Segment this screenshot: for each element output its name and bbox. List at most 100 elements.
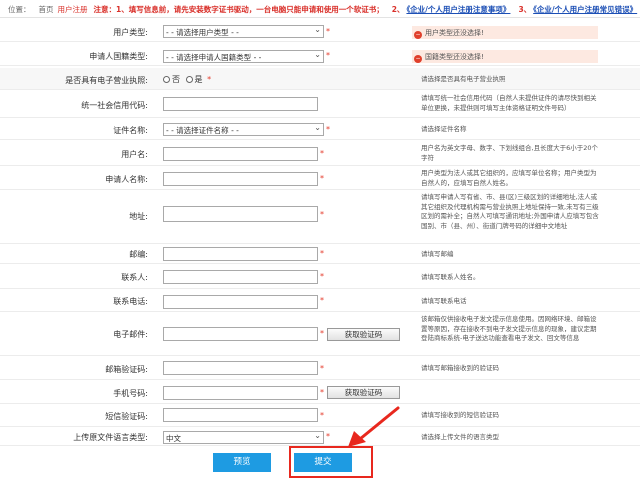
row-username: 用户名: * 用户名为英文字母、数字、下划线组合,且长度大于6小于20个字符 — [0, 142, 640, 166]
red-arrow-icon — [340, 405, 402, 449]
breadcrumb-home[interactable]: 首页 — [39, 5, 54, 14]
postcode-hint: 请填写邮编 — [421, 250, 601, 260]
language-value: 中文 — [166, 434, 181, 443]
preview-button[interactable]: 预览 — [213, 453, 271, 472]
required-star: * — [320, 174, 324, 183]
phone-label: 联系电话: — [113, 296, 148, 307]
nationality-error: −国籍类型还没选择! — [412, 50, 598, 63]
email-get-code-button[interactable]: 获取验证码 — [327, 328, 400, 341]
language-label: 上传原文件语言类型: — [73, 432, 148, 443]
required-star: * — [207, 75, 211, 84]
cert-name-label: 证件名称: — [113, 125, 148, 136]
required-star: * — [320, 210, 324, 219]
cert-name-hint: 请选择证件名称 — [421, 125, 601, 135]
chevron-down-icon: ⌄ — [314, 25, 321, 34]
applicant-name-hint: 用户类型为法人或其它组织的，应填写单位名称；用户类型为自然人的，应填写自然人姓名… — [421, 169, 601, 188]
user-type-error-text: 用户类型还没选择! — [425, 29, 484, 37]
error-circle-icon: − — [414, 55, 422, 63]
mobile-get-code-button[interactable]: 获取验证码 — [327, 386, 400, 399]
required-star: * — [320, 249, 324, 258]
submit-button[interactable]: 提交 — [294, 453, 352, 472]
row-address: 地址: * 请填写申请人写有省、市、县(区)三级区划的详细地址,法人或其它组织及… — [0, 192, 640, 244]
notice-num-3: 3、 — [518, 5, 531, 14]
required-star: * — [326, 125, 330, 134]
username-hint: 用户名为英文字母、数字、下划线组合,且长度大于6小于20个字符 — [421, 144, 601, 163]
notice-text: 注意：1、填写信息前，请先安装数字证书驱动，一台电脑只能申请和使用一个软证书； — [94, 5, 384, 14]
row-credit-code: 统一社会信用代码: 请填写统一社会信用代码（自然人未提供证件的请尽快到相关单位更… — [0, 91, 640, 118]
notice-link-common-errors[interactable]: 《企业/个人用户注册常见错误》 — [533, 5, 637, 14]
chevron-down-icon: ⌄ — [314, 123, 321, 132]
row-language: 上传原文件语言类型: 中文 ⌄ * 请选择上传文件的语言类型 — [0, 428, 640, 446]
required-star: * — [320, 411, 324, 420]
mobile-label: 手机号码: — [113, 388, 148, 399]
user-type-select[interactable]: - - 请选择用户类型 - - ⌄ — [163, 25, 324, 38]
row-license: 是否具有电子营业执照: 否 是 * 请选择是否具有电子营业执照 — [0, 68, 640, 90]
postcode-label: 邮编: — [129, 249, 148, 260]
notice-link-precautions[interactable]: 《企业/个人用户注册注意事项》 — [406, 5, 510, 14]
row-postcode: 邮编: * 请填写邮编 — [0, 245, 640, 264]
email-input[interactable] — [163, 327, 318, 341]
credit-code-input[interactable] — [163, 97, 318, 111]
nationality-select[interactable]: - - 请选择申请人国籍类型 - - ⌄ — [163, 50, 324, 63]
applicant-name-input[interactable] — [163, 172, 318, 186]
user-type-label: 用户类型: — [113, 27, 148, 38]
email-code-label: 邮箱验证码: — [105, 364, 148, 375]
contact-label: 联系人: — [121, 272, 148, 283]
nationality-value: - - 请选择申请人国籍类型 - - — [166, 53, 261, 62]
contact-hint: 请填写联系人姓名。 — [421, 273, 601, 283]
user-type-value: - - 请选择用户类型 - - — [166, 28, 239, 37]
required-star: * — [320, 364, 324, 373]
email-code-hint: 请填写邮箱接收到的验证码 — [421, 364, 601, 374]
sms-code-label: 短信验证码: — [105, 411, 148, 422]
breadcrumb-current: 用户注册 — [58, 5, 88, 14]
required-star: * — [320, 296, 324, 305]
row-mobile: 手机号码: * 获取验证码 — [0, 382, 640, 404]
language-hint: 请选择上传文件的语言类型 — [421, 433, 601, 443]
phone-input[interactable] — [163, 295, 318, 309]
location-label: 位置： — [8, 5, 31, 14]
phone-hint: 请填写联系电话 — [421, 297, 601, 307]
license-radio-no[interactable] — [163, 76, 170, 83]
chevron-down-icon: ⌄ — [314, 50, 321, 59]
email-hint: 该邮箱仅供接收电子发文提示信息使用。因网络环境、邮箱设置等原因，存在接收不到电子… — [421, 315, 601, 344]
applicant-name-label: 申请人名称: — [105, 174, 148, 185]
mobile-input[interactable] — [163, 386, 318, 400]
username-label: 用户名: — [121, 149, 148, 160]
chevron-down-icon: ⌄ — [314, 431, 321, 440]
row-nationality: 申请人国籍类型: - - 请选择申请人国籍类型 - - ⌄ * −国籍类型还没选择… — [0, 45, 640, 66]
row-user-type: 用户类型: - - 请选择用户类型 - - ⌄ * −用户类型还没选择! — [0, 22, 640, 42]
credit-code-hint: 请填写统一社会信用代码（自然人未提供证件的请尽快到相关单位更换，未提供则可填写主… — [421, 94, 601, 113]
row-email-code: 邮箱验证码: * 请填写邮箱接收到的验证码 — [0, 358, 640, 380]
postcode-input[interactable] — [163, 247, 318, 261]
required-star: * — [326, 432, 330, 441]
license-no-label: 否 — [172, 75, 180, 84]
email-code-input[interactable] — [163, 361, 318, 375]
cert-name-select[interactable]: - - 请选择证件名称 - - ⌄ — [163, 123, 324, 136]
license-hint: 请选择是否具有电子营业执照 — [421, 75, 601, 85]
cert-name-value: - - 请选择证件名称 - - — [166, 126, 239, 135]
required-star: * — [326, 51, 330, 60]
address-input[interactable] — [163, 206, 318, 222]
required-star: * — [320, 272, 324, 281]
sms-code-input[interactable] — [163, 408, 318, 422]
required-star: * — [320, 149, 324, 158]
contact-input[interactable] — [163, 270, 318, 284]
error-circle-icon: − — [414, 31, 422, 39]
license-radio-group: 否 是 * — [163, 74, 211, 85]
user-type-error: −用户类型还没选择! — [412, 26, 598, 39]
nationality-label: 申请人国籍类型: — [89, 51, 148, 62]
top-notice-bar: 位置： 首页用户注册注意：1、填写信息前，请先安装数字证书驱动，一台电脑只能申请和… — [0, 0, 640, 18]
row-contact: 联系人: * 请填写联系人姓名。 — [0, 266, 640, 289]
language-select[interactable]: 中文 ⌄ — [163, 431, 324, 444]
row-cert-name: 证件名称: - - 请选择证件名称 - - ⌄ * 请选择证件名称 — [0, 120, 640, 140]
license-yes-label: 是 — [195, 75, 203, 84]
required-star: * — [326, 27, 330, 36]
license-label: 是否具有电子营业执照: — [65, 75, 148, 86]
address-hint: 请填写申请人写有省、市、县(区)三级区划的详细地址,法人或其它组织及代理机构需与… — [421, 193, 601, 231]
username-input[interactable] — [163, 147, 318, 161]
address-label: 地址: — [129, 211, 148, 222]
row-email: 电子邮件: * 获取验证码 该邮箱仅供接收电子发文提示信息使用。因网络环境、邮箱… — [0, 313, 640, 356]
nationality-error-text: 国籍类型还没选择! — [425, 53, 484, 61]
credit-code-label: 统一社会信用代码: — [81, 100, 148, 111]
license-radio-yes[interactable] — [186, 76, 193, 83]
